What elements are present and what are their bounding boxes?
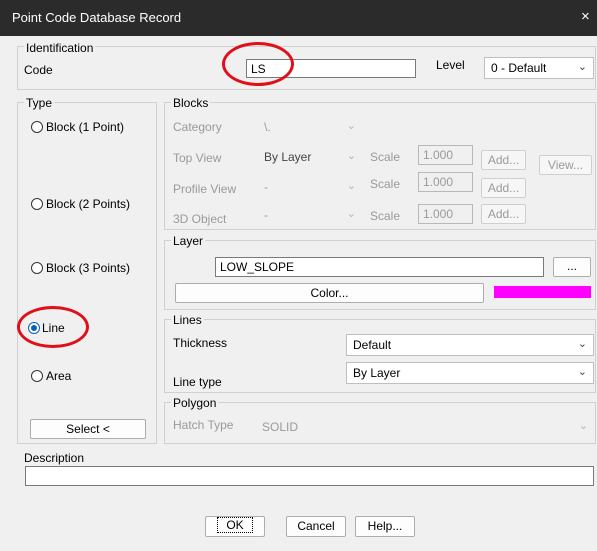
profile-view-select[interactable]: - ⌄ [258,177,362,197]
level-value: 0 - Default [491,61,547,75]
hatch-type-value: SOLID [262,420,299,434]
radio-block-1-point[interactable] [31,121,43,133]
chevron-down-icon: ⌄ [577,61,587,73]
top-view-value: By Layer [264,150,312,164]
radio-label-block-1-point: Block (1 Point) [46,120,125,134]
add-button-3d[interactable]: Add... [481,204,526,224]
close-icon[interactable]: × [581,8,590,25]
radio-block-3-points[interactable] [31,262,43,274]
chevron-down-icon: ⌄ [346,208,356,220]
lines-label: Lines [171,313,204,327]
radio-label-block-3-points: Block (3 Points) [46,261,131,275]
color-swatch [494,286,591,298]
scale-label-profile: Scale [370,177,401,191]
chevron-down-icon: ⌄ [578,420,588,432]
chevron-down-icon: ⌄ [346,150,356,162]
add-button-top[interactable]: Add... [481,150,526,170]
scale-input-top[interactable]: 1.000 [418,145,473,165]
scale-input-3d[interactable]: 1.000 [418,204,473,224]
color-button[interactable]: Color... [175,283,484,303]
radio-label-block-2-points: Block (2 Points) [46,197,131,211]
help-button[interactable]: Help... [355,516,415,537]
cancel-button[interactable]: Cancel [286,516,346,537]
ok-button[interactable]: OK [205,516,265,537]
polygon-label: Polygon [171,396,219,410]
radio-block-2-points[interactable] [31,198,43,210]
line-type-value: By Layer [353,366,401,380]
radio-area[interactable] [31,370,43,382]
profile-view-label: Profile View [173,182,237,196]
top-view-label: Top View [173,151,222,165]
hatch-type-select[interactable]: SOLID ⌄ [256,417,594,439]
window-title: Point Code Database Record [12,10,182,25]
category-value: \. [264,120,271,134]
radio-label-area: Area [46,369,72,383]
level-label: Level [436,58,465,72]
line-type-select[interactable]: By Layer ⌄ [346,362,594,384]
3d-object-value: - [264,208,268,222]
chevron-down-icon: ⌄ [577,338,587,350]
line-type-label: Line type [173,375,222,389]
blocks-label: Blocks [171,96,211,110]
scale-label-3d: Scale [370,209,401,223]
select-button[interactable]: Select < [30,419,146,439]
scale-input-profile[interactable]: 1.000 [418,172,473,192]
hatch-type-label: Hatch Type [173,418,234,432]
category-select[interactable]: \. ⌄ [258,117,362,137]
description-label: Description [24,451,85,465]
type-label: Type [24,96,55,110]
dialog-window: Point Code Database Record × Identificat… [0,0,597,551]
layer-input[interactable]: LOW_SLOPE [215,257,544,277]
thickness-select[interactable]: Default ⌄ [346,334,594,356]
chevron-down-icon: ⌄ [346,120,356,132]
code-label: Code [24,63,53,77]
profile-view-value: - [264,180,268,194]
3d-object-select[interactable]: - ⌄ [258,205,362,225]
layer-browse-button[interactable]: ... [553,257,591,277]
thickness-label: Thickness [173,336,228,350]
level-select[interactable]: 0 - Default ⌄ [484,57,594,79]
layer-label: Layer [171,234,206,248]
highlight-circle-line [17,306,89,348]
category-label: Category [173,120,222,134]
thickness-value: Default [353,338,392,352]
view-button[interactable]: View... [539,155,592,175]
description-input[interactable] [25,466,594,486]
chevron-down-icon: ⌄ [577,366,587,378]
title-bar: Point Code Database Record × [0,0,597,36]
add-button-profile[interactable]: Add... [481,178,526,198]
3d-object-label: 3D Object [173,212,227,226]
highlight-circle-code [222,42,294,86]
ok-label: OK [217,517,253,533]
scale-label-top: Scale [370,150,401,164]
top-view-select[interactable]: By Layer ⌄ [258,147,362,167]
identification-label: Identification [24,41,96,55]
chevron-down-icon: ⌄ [346,180,356,192]
